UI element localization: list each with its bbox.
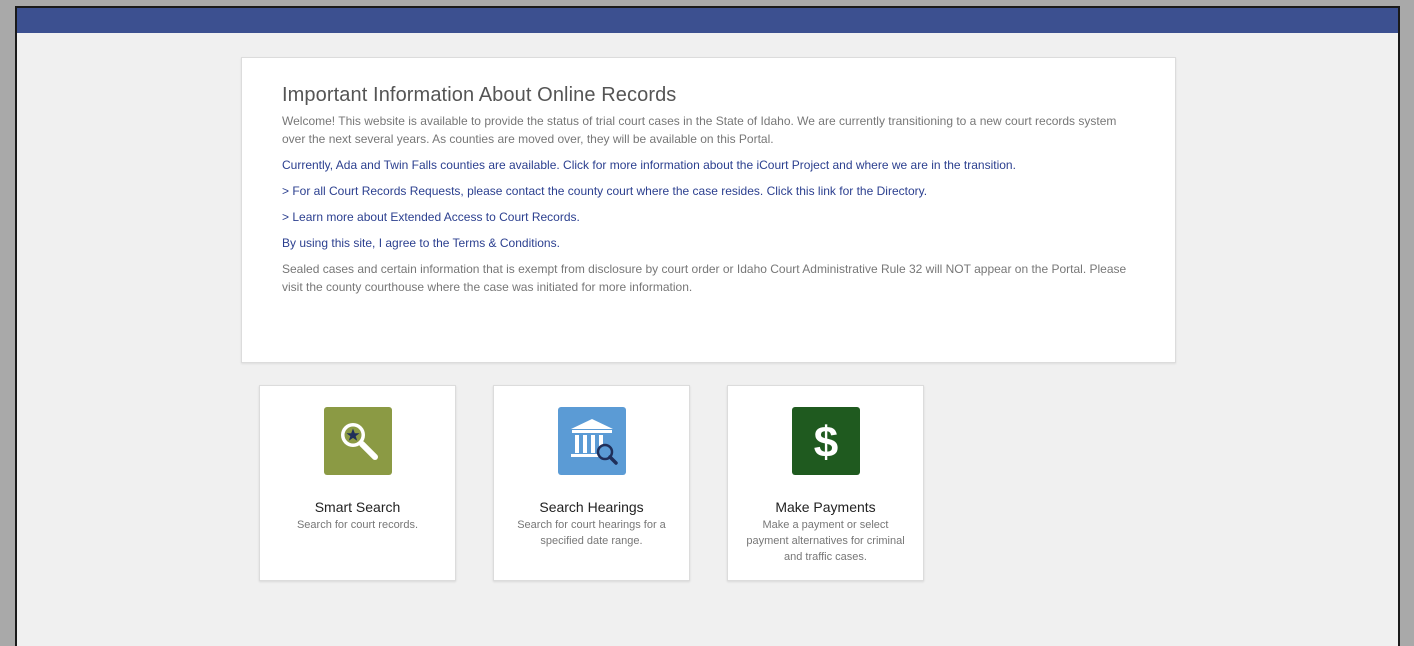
welcome-text: Welcome! This website is available to pr… <box>282 114 1117 146</box>
important-information-panel: Important Information About Online Recor… <box>241 57 1176 363</box>
make-payments-tile[interactable]: $ Make Payments Make a payment or select… <box>727 385 924 581</box>
portal-tiles: Smart Search Search for court records. S… <box>259 385 924 581</box>
browser-frame: Important Information About Online Recor… <box>0 0 1414 646</box>
directory-link[interactable]: > For all Court Records Requests, please… <box>282 182 1135 200</box>
smart-search-description: Search for court records. <box>296 519 419 531</box>
extended-access-link[interactable]: > Learn more about Extended Access to Co… <box>282 208 1135 226</box>
svg-text:$: $ <box>813 418 837 467</box>
search-hearings-description: Search for court hearings for a specifie… <box>517 519 666 547</box>
icourt-project-link[interactable]: Currently, Ada and Twin Falls counties a… <box>282 156 1135 174</box>
page-viewport: Important Information About Online Recor… <box>15 6 1400 646</box>
info-title: Important Information About Online Recor… <box>282 84 677 106</box>
search-hearings-tile[interactable]: Search Hearings Search for court hearing… <box>493 385 690 581</box>
make-payments-title: Make Payments <box>775 499 876 515</box>
sealed-cases-notice: Sealed cases and certain information tha… <box>282 262 1127 294</box>
magnifier-star-icon <box>323 407 392 475</box>
smart-search-title: Smart Search <box>314 499 401 515</box>
make-payments-description: Make a payment or select payment alterna… <box>746 519 905 563</box>
smart-search-tile[interactable]: Smart Search Search for court records. <box>259 385 456 581</box>
dollar-icon: $ <box>791 407 860 475</box>
search-hearings-title: Search Hearings <box>539 499 644 515</box>
top-navigation-bar <box>17 8 1398 33</box>
courthouse-search-icon <box>557 407 626 475</box>
terms-conditions-link[interactable]: By using this site, I agree to the Terms… <box>282 234 1135 252</box>
